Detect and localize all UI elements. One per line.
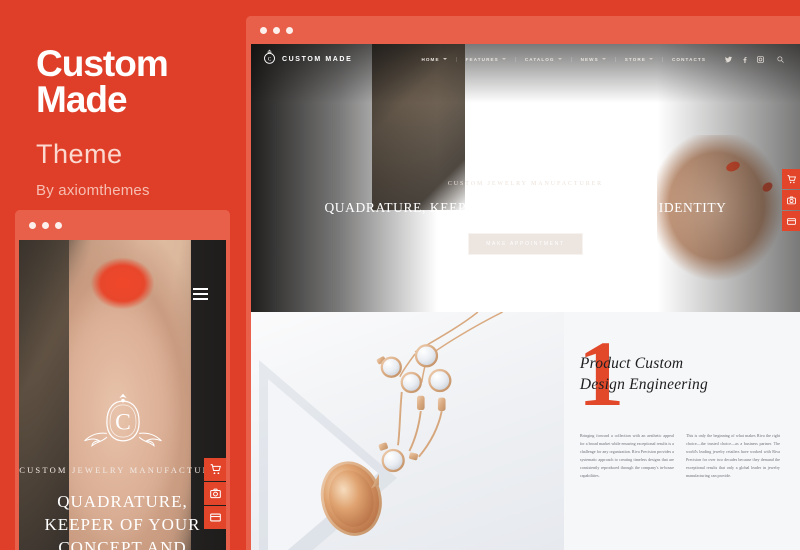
promo-panel: Custom Made Theme By axiomthemes: [36, 43, 236, 199]
instagram-icon[interactable]: [757, 55, 764, 63]
mobile-viewport: C CUSTOM JEWELRY MANUFACTURER QUADRATURE…: [19, 240, 226, 550]
promo-title-line1: Custom: [36, 43, 169, 84]
chevron-down-icon: [557, 58, 562, 60]
close-dot-icon[interactable]: [29, 221, 36, 229]
section-columns: Bringing forward a collection with an ae…: [580, 432, 780, 480]
mobile-browser-window: C CUSTOM JEWELRY MANUFACTURER QUADRATURE…: [15, 210, 230, 550]
maximize-dot-icon[interactable]: [286, 26, 293, 34]
box-icon[interactable]: [204, 506, 226, 529]
nav-item-news[interactable]: NEWS: [572, 56, 616, 62]
make-appointment-button[interactable]: MAKE APPOINTMENT: [468, 233, 583, 255]
product-image-panel: [251, 312, 564, 550]
desktop-navbar: C CUSTOM MADE HOME FEATURES CATALOG NEWS…: [251, 44, 800, 74]
nav-item-store[interactable]: STORE: [616, 56, 664, 62]
chevron-down-icon: [649, 58, 654, 60]
nav-label: STORE: [624, 56, 647, 62]
maximize-dot-icon[interactable]: [55, 221, 62, 229]
camera-icon[interactable]: [782, 190, 800, 210]
hero-content: C CUSTOM JEWELRY MANUFACTURER QUADRATURE…: [251, 120, 800, 255]
mobile-hero-tagline: CUSTOM JEWELRY MANUFACTURER: [19, 465, 226, 475]
cart-icon[interactable]: [782, 169, 800, 189]
box-icon[interactable]: [782, 211, 800, 231]
window-controls[interactable]: [260, 26, 293, 34]
mobile-action-rail: [204, 458, 226, 529]
section-column-1: Bringing forward a collection with an ae…: [579, 432, 674, 478]
mobile-window-controls[interactable]: [29, 221, 62, 229]
svg-text:C: C: [268, 57, 272, 63]
promo-subtitle: Theme: [36, 138, 123, 169]
desktop-window-chrome: [246, 16, 800, 44]
chevron-down-icon: [601, 58, 606, 60]
promo-title-line2: Made: [36, 79, 128, 121]
site-logo-text: CUSTOM MADE: [282, 55, 353, 63]
svg-text:C: C: [115, 410, 131, 436]
nav-label: FEATURES: [465, 56, 499, 62]
section-text-panel: 1 Product Custom Design Engineering Brin…: [564, 312, 800, 550]
desktop-content-section: 1 Product Custom Design Engineering Brin…: [251, 312, 800, 550]
hamburger-menu-icon[interactable]: [193, 288, 208, 300]
chevron-down-icon: [442, 58, 447, 60]
twitter-icon[interactable]: [725, 56, 732, 63]
nav-label: HOME: [421, 56, 440, 62]
mobile-hero-content: C CUSTOM JEWELRY MANUFACTURER QUADRATURE…: [19, 390, 226, 550]
close-dot-icon[interactable]: [260, 26, 267, 34]
minimize-dot-icon[interactable]: [273, 26, 280, 34]
nav-item-contacts[interactable]: CONTACTS: [663, 57, 715, 62]
promo-title: Custom Made: [36, 43, 236, 121]
nav-item-features[interactable]: FEATURES: [457, 56, 516, 62]
minimize-dot-icon[interactable]: [42, 221, 49, 229]
nav-item-catalog[interactable]: CATALOG: [516, 56, 572, 62]
crown-monogram-icon: C: [263, 49, 276, 69]
nav-label: NEWS: [580, 56, 599, 62]
facebook-icon[interactable]: [741, 56, 748, 63]
desktop-action-rail: [782, 169, 800, 231]
desktop-hero: C CUSTOM MADE HOME FEATURES CATALOG NEWS…: [251, 44, 800, 312]
hero-headline: QUADRATURE, KEEPER OF YOUR CONCEPT AND I…: [324, 200, 727, 215]
hero-tagline: CUSTOM JEWELRY MANUFACTURER: [447, 181, 604, 187]
section-title-line1: Product Custom: [579, 355, 684, 372]
svg-text:C: C: [519, 136, 532, 157]
camera-icon[interactable]: [204, 482, 226, 505]
nav-item-home[interactable]: HOME: [412, 56, 457, 62]
mobile-hero-headline: QUADRATURE, KEEPER OF YOUR CONCEPT AND I…: [44, 492, 201, 550]
mobile-window-chrome: [15, 210, 230, 240]
chevron-down-icon: [501, 58, 506, 60]
section-column-2: This is only the beginning of what makes…: [685, 432, 780, 478]
cart-icon[interactable]: [204, 458, 226, 481]
desktop-browser-window: C CUSTOM MADE HOME FEATURES CATALOG NEWS…: [246, 16, 800, 550]
promo-byline: By axiomthemes: [36, 181, 150, 199]
nav-label: CONTACTS: [672, 56, 706, 62]
hero-monogram-icon: C: [251, 120, 800, 175]
site-logo[interactable]: C CUSTOM MADE: [263, 49, 352, 69]
social-links: [725, 55, 764, 63]
nav-label: CATALOG: [524, 56, 555, 62]
section-title-line2: Design Engineering: [579, 375, 708, 393]
main-navigation: HOME FEATURES CATALOG NEWS STORE CONTACT…: [412, 50, 788, 68]
mobile-hero-monogram-icon: C: [19, 390, 226, 457]
search-icon[interactable]: [777, 50, 784, 68]
desktop-viewport: C CUSTOM MADE HOME FEATURES CATALOG NEWS…: [251, 44, 800, 550]
section-title: Product Custom Design Engineering: [580, 354, 780, 396]
necklace-product-photo: [320, 312, 504, 536]
